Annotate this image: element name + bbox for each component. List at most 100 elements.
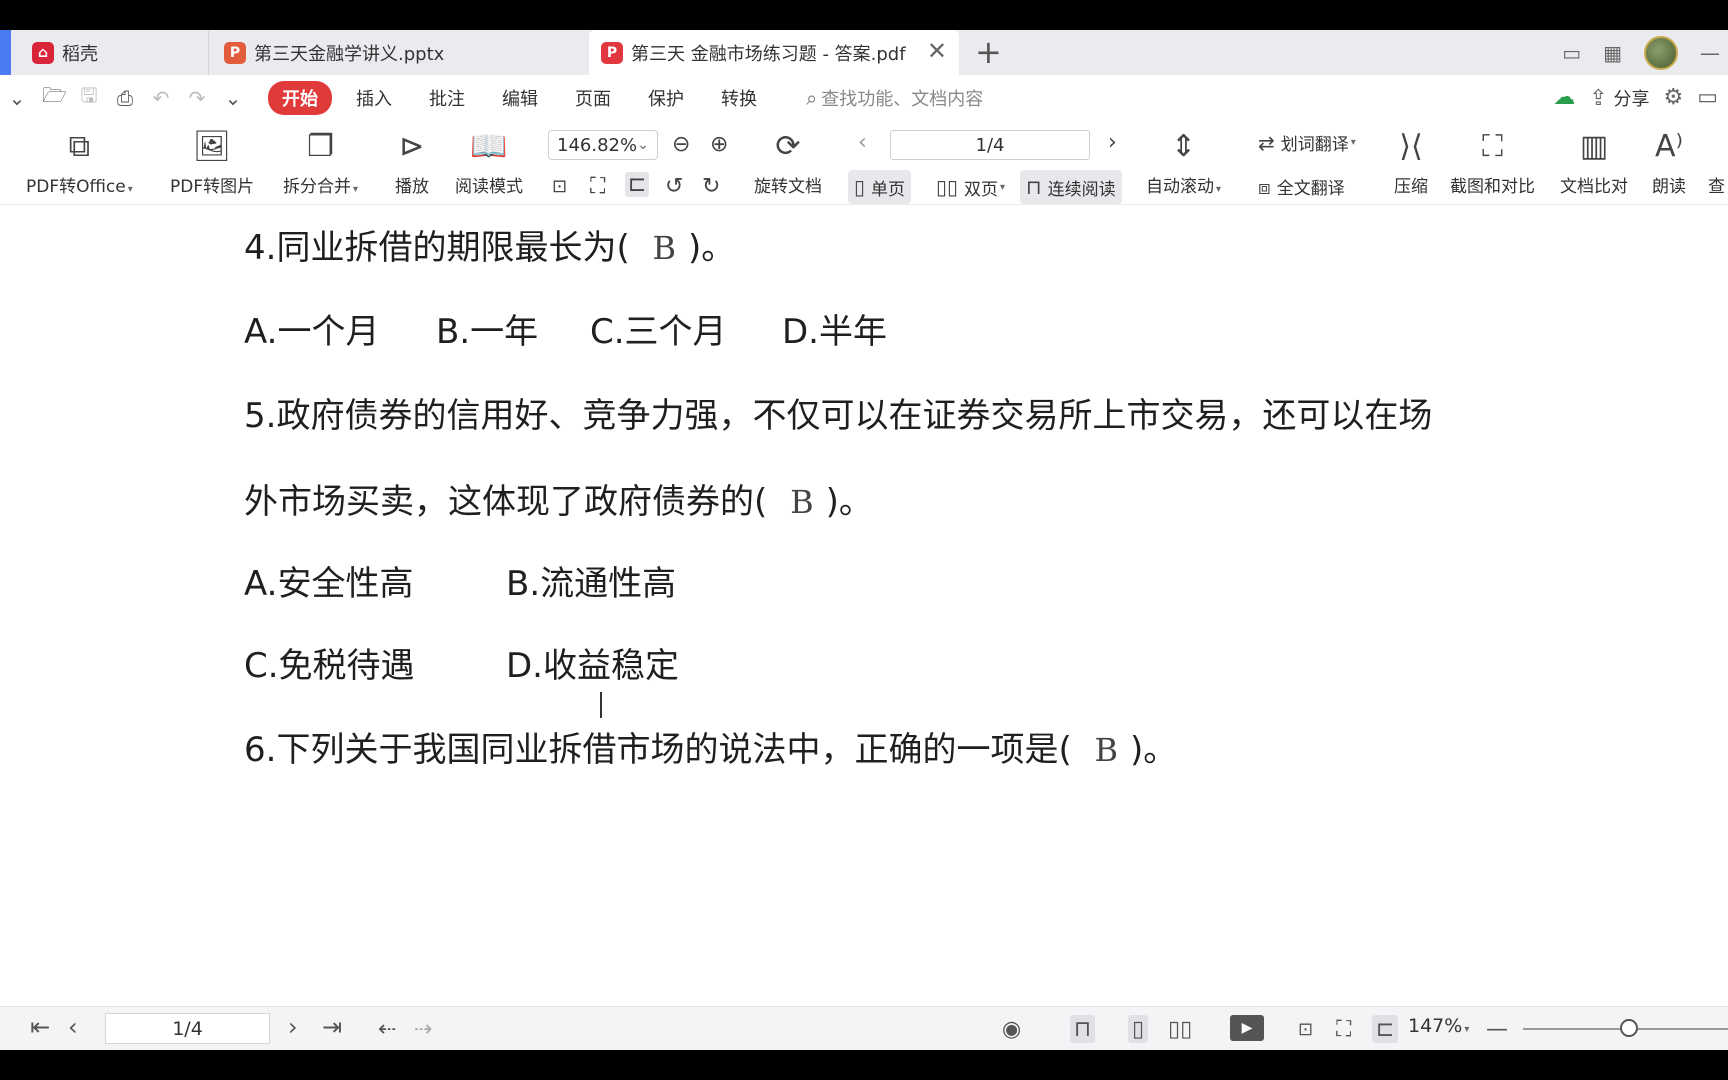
fit-page-status-icon[interactable]: ⛶ [1336,1015,1351,1043]
option: C.三个月 [590,312,727,352]
continuous-view-icon[interactable]: ⊓ [1070,1015,1096,1043]
question-4-options: A.一个月 B.一年 C.三个月 D.半年 [244,304,887,353]
menu-convert[interactable]: 转换 [721,85,757,111]
split-merge-icon: ❐ [307,129,334,164]
new-tab-button[interactable]: + [975,34,1002,70]
save-icon[interactable]: 🖫 [78,81,100,115]
fit-page-icon[interactable]: ⛶ [590,174,605,199]
menu-page[interactable]: 页面 [575,85,611,111]
undo-icon[interactable]: ↶ [150,86,172,110]
minimize-icon[interactable]: — [1700,41,1720,65]
actual-size-status-icon[interactable]: ⊡ [1298,1015,1313,1043]
close-tab-icon[interactable]: ✕ [927,39,947,63]
user-avatar[interactable] [1644,35,1678,70]
read-aloud-button[interactable]: A⁾ 朗读 [1652,120,1686,205]
forward-icon[interactable]: ⇢ [414,1015,432,1043]
option: D.半年 [782,312,887,352]
rotate-left-icon[interactable]: ↺ [665,174,683,199]
zoom-in-icon[interactable]: ⊕ [710,132,728,157]
function-search[interactable]: ⌕ 查找功能、文档内容 [806,85,983,111]
tab-label: 第三天 金融市场练习题 - 答案.pdf [631,43,906,65]
auto-scroll-button[interactable]: ⇕ 自动滚动 ▾ [1146,120,1221,205]
fit-width-status-icon[interactable]: ⊏ [1372,1015,1399,1043]
single-page-button[interactable]: ▯ 单页 [848,170,912,204]
split-merge-button[interactable]: ❐ 拆分合并 ▾ [283,120,358,205]
fit-width-icon[interactable]: ⊏ [625,172,650,197]
status-bar: ⇤ ‹ 1/4 › ⇥ ⇠ ⇢ ◉ ⊓ ▯ ▯▯ ▶ ⊡ ⛶ ⊏ 147% ▾ — [0,1006,1728,1050]
play-slideshow-icon[interactable]: ▶ [1230,1015,1264,1041]
first-page-icon[interactable]: ⇤ [30,1013,50,1041]
single-page-view-icon[interactable]: ▯ [1128,1015,1149,1043]
ribbon-toolbar: ⧉ PDF转Office ▾ 🖼 PDF转图片 ❐ 拆分合并 ▾ ⊳ 播放 📖 阅读… [0,120,1728,205]
option: D.收益稳定 [506,646,679,686]
menu-insert[interactable]: 插入 [356,85,392,111]
customize-dropdown-icon[interactable]: ⌄ [222,86,244,110]
menu-collapse-icon[interactable]: ⌄ [6,86,28,110]
previous-page-icon[interactable]: ‹ [858,130,867,155]
tab-home[interactable]: ⌂ 稻壳 [22,30,204,75]
compress-button[interactable]: ⟩⟨ 压缩 [1394,120,1428,205]
screenshot-compare-button[interactable]: ⛶ 截图和对比 [1450,120,1535,205]
next-page-status-icon[interactable]: › [288,1013,298,1041]
pdf-to-office-button[interactable]: ⧉ PDF转Office ▾ [26,120,133,205]
status-page-input[interactable]: 1/4 [105,1013,270,1044]
menu-protect[interactable]: 保护 [648,85,684,111]
print-icon[interactable]: ⎙ [114,86,136,110]
menu-edit[interactable]: 编辑 [502,85,538,111]
grid-apps-icon[interactable]: ▦ [1603,41,1622,65]
next-page-icon[interactable]: › [1108,130,1117,155]
more-tools-button[interactable]: 查 [1708,120,1725,205]
zoom-select[interactable]: 146.82% ⌄ [548,130,658,160]
comment-icon[interactable]: ▭ [1697,85,1718,110]
actual-size-icon[interactable]: ⊡ [552,176,567,197]
translate-icon: ⇄ [1258,130,1275,155]
rotate-right-icon[interactable]: ↻ [702,174,720,199]
pdf-file-icon: P [601,41,623,64]
pdf-to-office-icon: ⧉ [68,129,91,164]
pdf-to-image-button[interactable]: 🖼 PDF转图片 [170,120,254,205]
menu-annotate[interactable]: 批注 [429,85,465,111]
play-circle-icon: ⊳ [399,129,425,164]
cloud-sync-icon[interactable]: ☁ [1553,85,1575,110]
question-4: 4.同业拆借的期限最长为( B)。 [244,228,736,268]
prev-page-icon[interactable]: ‹ [68,1013,78,1041]
continuous-read-button[interactable]: ⊓ 连续阅读 [1020,170,1122,204]
settings-gear-icon[interactable]: ⚙ [1663,85,1683,110]
zoom-out-status-icon[interactable]: — [1486,1015,1508,1043]
redo-icon[interactable]: ↷ [186,86,208,110]
tab-ppt-file[interactable]: P 第三天金融学讲义.pptx [208,30,585,75]
share-button[interactable]: ⇪ 分享 [1589,85,1649,111]
page-number-input[interactable]: 1/4 [890,130,1090,160]
open-folder-icon[interactable]: 🗁 [42,81,67,115]
zoom-slider-handle[interactable] [1620,1019,1638,1037]
status-zoom-select[interactable]: 147% ▾ [1408,1015,1469,1037]
zoom-out-icon[interactable]: ⊖ [672,132,690,157]
tab-label: 第三天金融学讲义.pptx [254,43,445,65]
back-icon[interactable]: ⇠ [378,1015,396,1043]
eye-care-icon[interactable]: ◉ [1002,1015,1021,1043]
answer-mark: B [652,229,677,267]
doc-compare-button[interactable]: ▥ 文档比对 [1560,120,1628,205]
window-count-icon[interactable]: ▭ [1562,41,1581,65]
menu-start[interactable]: 开始 [268,80,332,115]
pdf-page-view[interactable]: 4.同业拆借的期限最长为( B)。 A.一个月 B.一年 C.三个月 D.半年 5.政… [0,206,1728,1006]
last-page-icon[interactable]: ⇥ [322,1013,342,1041]
menu-bar: ⌄ 🗁 🖫 ⎙ ↶ ↷ ⌄ 开始 插入 批注 编辑 页面 保护 转换 ⌕ 查找功… [0,75,1728,120]
full-translate-icon: ⧈ [1258,174,1271,199]
play-button[interactable]: ⊳ 播放 [395,120,429,205]
question-5-line-1: 5.政府债券的信用好、竞争力强，不仅可以在证券交易所上市交易，还可以在场 [244,396,1433,436]
more-tools-icon [1712,130,1722,164]
double-page-button[interactable]: ▯▯ 双页 ▾ [930,170,1011,204]
double-page-view-icon[interactable]: ▯▯ [1168,1015,1192,1043]
rotate-document-button[interactable]: ⟳ 旋转文档 [754,120,822,205]
read-mode-button[interactable]: 📖 阅读模式 [455,120,523,205]
tab-bar-accent [0,30,11,75]
answer-mark: B [1094,731,1119,769]
chevron-down-icon: ⌄ [637,137,649,153]
option: A.安全性高 [244,564,414,604]
full-translate-button[interactable]: ⧈ 全文翻译 [1258,174,1345,200]
tab-pdf-file[interactable]: P 第三天 金融市场练习题 - 答案.pdf ✕ [589,30,959,75]
word-translate-button[interactable]: ⇄ 划词翻译 ▾ [1258,130,1356,156]
app-window: ⌂ 稻壳 P 第三天金融学讲义.pptx P 第三天 金融市场练习题 - 答案.… [0,30,1728,1050]
double-page-icon: ▯▯ [936,175,959,199]
